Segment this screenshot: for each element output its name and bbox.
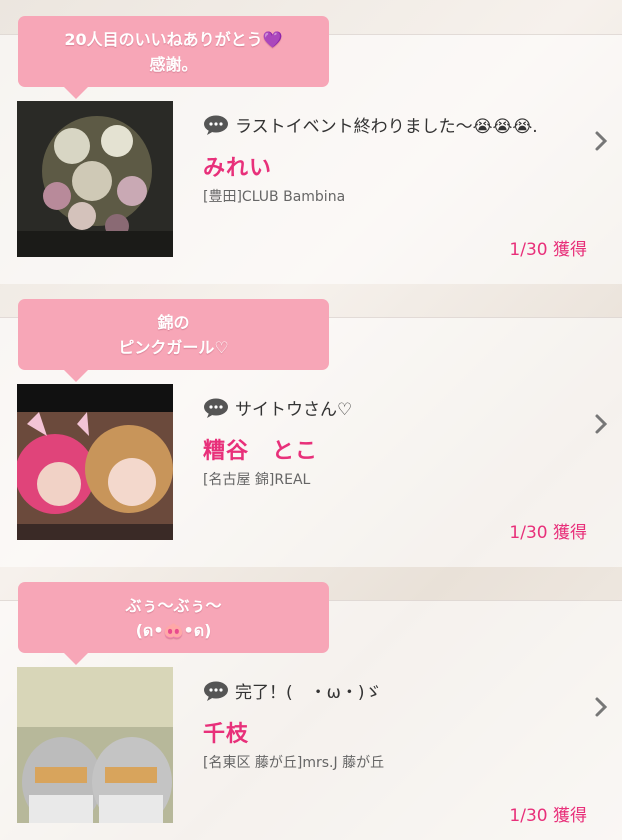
cast-photo[interactable] (17, 667, 173, 823)
bubble-line-1: 20人目のいいねありがとう💜 (64, 29, 283, 49)
comment-text: 完了！( ・ω・)ゞ (235, 683, 382, 703)
bubble-line-1: 錦の (157, 312, 190, 332)
cast-photo[interactable] (17, 101, 173, 257)
cast-card[interactable]: ぶぅ〜ぶぅ〜 (ด•🐽•ด) 完了！( ・ω・)ゞ 千枝 [名東区 藤が丘]mr… (0, 566, 622, 840)
like-count: 1/30 獲得 (509, 240, 587, 260)
bubble-line-2: 感謝。 (149, 54, 198, 74)
cast-card[interactable]: 錦の ピンクガール♡ サイトウさん♡ 糟谷 とこ [名古屋 錦]REAL 1/3… (0, 283, 622, 567)
bubble-line-2: (ด•🐽•ด) (135, 620, 212, 640)
shop-name: [豊田]CLUB Bambina (203, 189, 346, 205)
chevron-right-icon[interactable] (594, 413, 608, 435)
like-count: 1/30 獲得 (509, 523, 587, 543)
cast-feed: 20人目のいいねありがとう💜 感謝。 ラストイベント終わりました〜😭😭😭. みれ… (0, 0, 622, 840)
comment-line: ラストイベント終わりました〜😭😭😭. (203, 112, 538, 137)
cast-name[interactable]: 糟谷 とこ (203, 433, 318, 465)
chevron-right-icon[interactable] (594, 696, 608, 718)
cast-photo[interactable] (17, 384, 173, 540)
bubble-line-1: ぶぅ〜ぶぅ〜 (125, 595, 222, 615)
message-bubble: 20人目のいいねありがとう💜 感謝。 (18, 16, 329, 99)
cast-card[interactable]: 20人目のいいねありがとう💜 感謝。 ラストイベント終わりました〜😭😭😭. みれ… (0, 0, 622, 284)
message-bubble: ぶぅ〜ぶぅ〜 (ด•🐽•ด) (18, 582, 329, 665)
chat-bubble-icon (204, 681, 228, 701)
shop-name: [名古屋 錦]REAL (203, 472, 311, 488)
cast-name[interactable]: みれい (203, 150, 272, 182)
chat-bubble-icon (204, 398, 228, 418)
cast-name[interactable]: 千枝 (203, 716, 249, 748)
like-count: 1/30 獲得 (509, 806, 587, 826)
comment-text: ラストイベント終わりました〜😭😭😭. (235, 117, 538, 137)
chevron-right-icon[interactable] (594, 130, 608, 152)
comment-line: 完了！( ・ω・)ゞ (203, 678, 382, 703)
chat-bubble-icon (204, 115, 228, 135)
shop-name: [名東区 藤が丘]mrs.J 藤が丘 (203, 755, 385, 771)
message-bubble: 錦の ピンクガール♡ (18, 299, 329, 382)
comment-line: サイトウさん♡ (203, 395, 352, 420)
comment-text: サイトウさん♡ (235, 400, 353, 420)
bubble-line-2: ピンクガール♡ (118, 337, 229, 357)
